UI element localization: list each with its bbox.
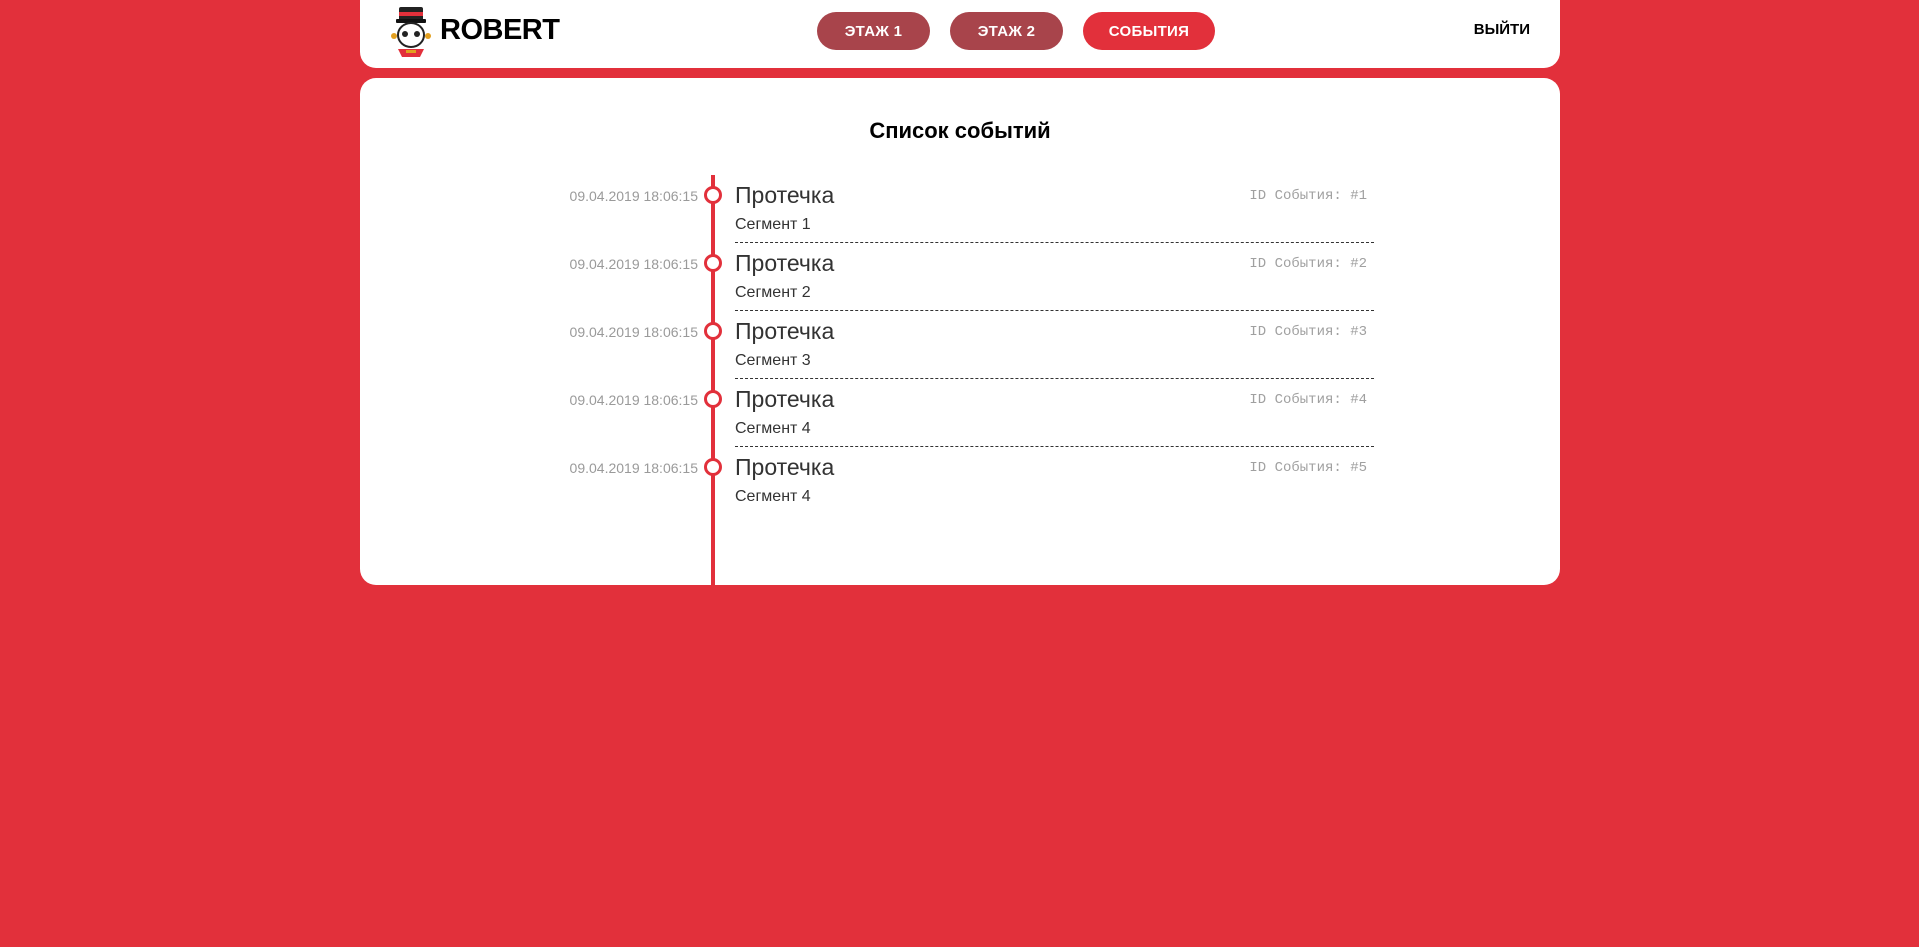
timeline-event[interactable]: 09.04.2019 18:06:15 Протечка ID События:…: [360, 382, 1560, 450]
event-segment: Сегмент 3: [735, 352, 811, 369]
event-id: ID События: #4: [1249, 392, 1367, 408]
event-segment: Сегмент 4: [735, 420, 811, 437]
event-id: ID События: #5: [1249, 460, 1367, 476]
event-divider: [735, 242, 1374, 243]
event-title: Протечка: [735, 386, 835, 412]
circle-marker-icon: [704, 186, 722, 204]
event-divider: [735, 446, 1374, 447]
timeline-event[interactable]: 09.04.2019 18:06:15 Протечка ID События:…: [360, 246, 1560, 314]
top-header: ROBERT ЭТАЖ 1 ЭТАЖ 2 СОБЫТИЯ ВЫЙТИ: [360, 0, 1560, 68]
timeline-event[interactable]: 09.04.2019 18:06:15 Протечка ID События:…: [360, 314, 1560, 382]
nav-floor-2-button[interactable]: ЭТАЖ 2: [950, 12, 1063, 50]
event-timestamp: 09.04.2019 18:06:15: [569, 188, 698, 204]
brand-name: ROBERT: [440, 14, 560, 46]
event-segment: Сегмент 2: [735, 284, 811, 301]
event-timestamp: 09.04.2019 18:06:15: [569, 460, 698, 476]
timeline-event[interactable]: 09.04.2019 18:06:15 Протечка ID События:…: [360, 178, 1560, 246]
event-id: ID События: #2: [1249, 256, 1367, 272]
page-title: Список событий: [869, 118, 1051, 143]
circle-marker-icon: [704, 254, 722, 272]
nav-events-button[interactable]: СОБЫТИЯ: [1083, 12, 1215, 50]
circle-marker-icon: [704, 322, 722, 340]
event-divider: [735, 310, 1374, 311]
logout-link[interactable]: ВЫЙТИ: [1474, 21, 1530, 38]
circle-marker-icon: [704, 458, 722, 476]
event-id: ID События: #1: [1249, 188, 1367, 204]
event-title: Протечка: [735, 454, 835, 480]
event-timestamp: 09.04.2019 18:06:15: [569, 392, 698, 408]
events-card: Список событий 09.04.2019 18:06:15 Проте…: [360, 78, 1560, 595]
nav-floor-1-button[interactable]: ЭТАЖ 1: [817, 12, 930, 50]
event-title: Протечка: [735, 182, 835, 208]
event-timestamp: 09.04.2019 18:06:15: [569, 256, 698, 272]
circle-marker-icon: [704, 390, 722, 408]
event-timestamp: 09.04.2019 18:06:15: [569, 324, 698, 340]
event-title: Протечка: [735, 318, 835, 344]
event-segment: Сегмент 1: [735, 216, 811, 233]
event-divider: [735, 378, 1374, 379]
event-title: Протечка: [735, 250, 835, 276]
timeline-event[interactable]: 09.04.2019 18:06:15 Протечка ID События:…: [360, 450, 1560, 518]
robert-logo-icon[interactable]: [390, 5, 432, 59]
event-segment: Сегмент 4: [735, 488, 811, 505]
event-id: ID События: #3: [1249, 324, 1367, 340]
